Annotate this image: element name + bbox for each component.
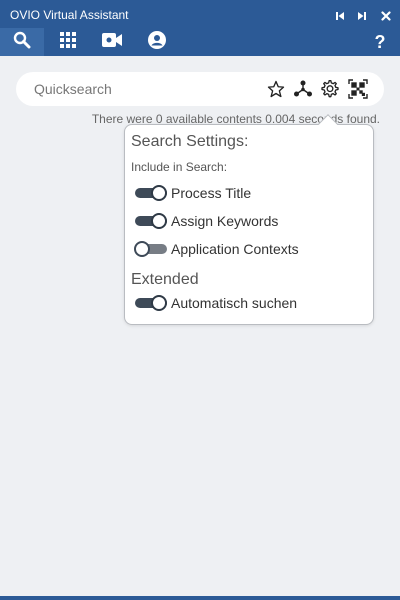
qr-code-icon[interactable]: [347, 78, 369, 100]
search-bar: [16, 72, 384, 106]
option-label: Automatisch suchen: [171, 295, 298, 311]
application-contexts-toggle[interactable]: [134, 241, 167, 257]
skip-forward-icon[interactable]: [354, 8, 370, 24]
tab-apps[interactable]: [46, 28, 90, 56]
bottom-bar: [0, 596, 400, 600]
option-automatisch-suchen[interactable]: Automatisch suchen: [135, 293, 365, 313]
process-title-toggle[interactable]: [135, 185, 167, 201]
option-label: Application Contexts: [171, 241, 299, 257]
skip-back-icon[interactable]: [332, 8, 348, 24]
gear-icon[interactable]: [319, 78, 341, 100]
search-icon: [13, 31, 31, 54]
option-assign-keywords[interactable]: Assign Keywords: [135, 211, 365, 231]
option-application-contexts[interactable]: Application Contexts: [134, 239, 365, 259]
app-title: OVIO Virtual Assistant: [10, 8, 129, 22]
option-process-title[interactable]: Process Title: [135, 183, 365, 203]
user-circle-icon: [148, 30, 166, 54]
search-settings-title: Search Settings:: [131, 133, 249, 150]
help-button[interactable]: ?: [366, 28, 394, 56]
assign-keywords-toggle[interactable]: [135, 213, 167, 229]
tab-search[interactable]: [0, 28, 44, 56]
extended-section-title: Extended: [131, 271, 199, 288]
include-in-search-label: Include in Search:: [131, 160, 228, 174]
grid-icon: [60, 31, 76, 53]
tab-video[interactable]: [90, 28, 134, 56]
star-icon[interactable]: [265, 78, 287, 100]
close-icon[interactable]: [378, 8, 394, 24]
search-settings-popover: Search Settings: Include in Search: Proc…: [124, 114, 374, 325]
option-label: Assign Keywords: [171, 213, 279, 229]
automatisch-suchen-toggle[interactable]: [135, 295, 167, 311]
option-label: Process Title: [171, 185, 252, 201]
search-input[interactable]: [34, 79, 254, 99]
title-bar: OVIO Virtual Assistant ?: [0, 0, 400, 56]
network-icon[interactable]: [292, 78, 314, 100]
tab-profile[interactable]: [135, 28, 179, 56]
video-icon: [102, 32, 122, 52]
